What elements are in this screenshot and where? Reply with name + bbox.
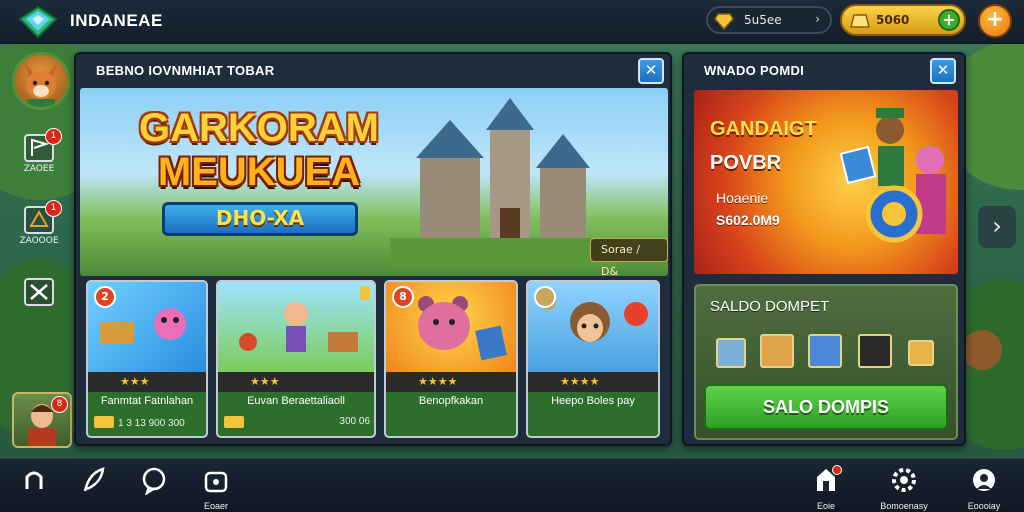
player-avatar[interactable] xyxy=(12,52,70,110)
promo-line-4: S602.0M9 xyxy=(716,212,780,228)
nav-chat[interactable] xyxy=(124,465,184,501)
nav-feather[interactable] xyxy=(64,465,124,501)
gems-counter[interactable]: 5u5ee › xyxy=(706,6,832,34)
card-title: Fanmtat Fatnlahan xyxy=(100,395,194,407)
event-banner[interactable]: GARKORAM MEUKUEA DHO-XA Sorae / D& xyxy=(80,88,668,276)
card-stars: ★★★★ xyxy=(528,372,658,392)
quest-icon: 1 xyxy=(24,200,62,234)
nav-label: Eoie xyxy=(816,501,835,511)
app-logo-icon xyxy=(18,5,58,39)
panel-title: BEBNO IOVNMHIAT TOBAR xyxy=(96,63,275,78)
game-card[interactable]: ★★★ Euvan Beraettaliaoll 300 06 xyxy=(216,280,376,438)
profile-icon xyxy=(973,469,995,491)
app-title: INDANEAE xyxy=(70,11,163,30)
wallet-item-icon[interactable] xyxy=(716,338,746,368)
notification-badge: 1 xyxy=(45,128,62,145)
rail-label: ZAOEE xyxy=(23,164,55,174)
gold-bar-icon xyxy=(850,14,870,28)
chevron-icon: › xyxy=(815,12,820,26)
game-card[interactable]: 2 ★★★ Fanmtat Fatnlahan 1 3 13 900 300 xyxy=(86,280,208,438)
nav-label: Eoooiay xyxy=(967,501,1001,511)
wallet-item-icon[interactable] xyxy=(808,334,842,368)
notification-dot xyxy=(832,465,842,475)
wallet-items xyxy=(716,332,940,372)
promo-banner[interactable]: GANDAIGT POVBR Hoaenie S602.0M9 xyxy=(694,90,958,274)
wallet-item-icon[interactable] xyxy=(908,340,934,366)
game-card[interactable]: 8 ★★★★ Benopfkakan xyxy=(384,280,518,438)
rail-label: ZAOOOE xyxy=(19,236,59,246)
nav-home[interactable] xyxy=(4,465,64,501)
banner-tag[interactable]: Sorae / D& xyxy=(590,238,668,276)
card-subtitle: 300 06 xyxy=(224,416,370,428)
bag-icon xyxy=(204,471,228,493)
nav-bag[interactable]: Eoaer xyxy=(186,465,246,511)
panel-title: WNADO POMDI xyxy=(704,63,805,78)
game-logo-ribbon: DHO-XA xyxy=(162,202,358,236)
card-stars: ★★★★ xyxy=(386,372,516,392)
wallet-box: SALDO DOMPET SALO DOMPIS xyxy=(694,284,958,440)
wallet-item-icon[interactable] xyxy=(760,334,794,368)
card-title: Heepo Boles pay xyxy=(551,395,635,407)
gear-icon xyxy=(892,468,916,492)
card-subtitle: 1 3 13 900 300 xyxy=(94,416,202,429)
feather-icon xyxy=(83,467,105,492)
nav-profile[interactable]: Eoooiay xyxy=(954,465,1014,511)
wallet-panel: WNADO POMDI ✕ GANDAIGT POVBR Hoaenie S60… xyxy=(682,52,966,446)
promo-line-1: GANDAIGT xyxy=(710,118,817,140)
promo-line-3: Hoaenie xyxy=(716,190,769,206)
gem-icon xyxy=(714,13,734,30)
card-badge: 8 xyxy=(392,286,414,308)
battle-icon xyxy=(24,278,54,306)
nav-label: Eoaer xyxy=(203,501,229,511)
nav-settings[interactable]: Bomoenasy xyxy=(874,465,934,511)
game-cards: 2 ★★★ Fanmtat Fatnlahan 1 3 13 900 300 ★… xyxy=(86,280,664,440)
notification-badge: 1 xyxy=(45,200,62,217)
wallet-item-icon[interactable] xyxy=(858,334,892,368)
wallet-title: SALDO DOMPET xyxy=(710,298,830,315)
fox-avatar-icon xyxy=(25,63,57,107)
event-panel: BEBNO IOVNMHIAT TOBAR ✕ GARKORAM MEUKUEA… xyxy=(74,52,672,446)
chat-icon xyxy=(142,467,166,496)
rail-item-3[interactable] xyxy=(14,278,64,306)
bottom-nav: Eoaer Eoie Bomoenasy Eoooiay xyxy=(0,458,1024,512)
next-arrow-icon[interactable]: › xyxy=(978,206,1016,248)
card-stars: ★★★ xyxy=(88,372,206,392)
card-stars: ★★★ xyxy=(218,372,374,392)
add-button[interactable]: + xyxy=(978,4,1012,38)
card-title: Benopfkakan xyxy=(418,395,484,407)
close-button[interactable]: ✕ xyxy=(930,58,956,84)
card-art xyxy=(218,282,374,372)
game-logo: GARKORAM MEUKUEA DHO-XA xyxy=(124,106,394,246)
card-badge xyxy=(534,286,556,308)
card-tag xyxy=(360,286,370,300)
game-logo-line-1: GARKORAM xyxy=(139,106,379,150)
gems-value: 5u5ee xyxy=(744,13,782,27)
rail-item-2[interactable]: 1 ZAOOOE xyxy=(14,200,64,246)
gold-counter[interactable]: 5060 + xyxy=(840,4,966,36)
castle-illustration xyxy=(390,98,620,268)
notification-badge: 8 xyxy=(51,396,68,413)
game-card[interactable]: ★★★★ Heepo Boles pay xyxy=(526,280,660,438)
hero-portrait[interactable]: 8 xyxy=(12,392,72,448)
flag-icon: 1 xyxy=(24,128,62,162)
promo-line-2: POVBR xyxy=(710,152,782,174)
add-gold-button[interactable]: + xyxy=(938,9,960,31)
card-title: Euvan Beraettaliaoll xyxy=(247,395,345,407)
close-button[interactable]: ✕ xyxy=(638,58,664,84)
gold-value: 5060 xyxy=(876,13,910,27)
rail-item-1[interactable]: 1 ZAOEE xyxy=(14,128,64,174)
card-badge: 2 xyxy=(94,286,116,308)
nav-shop[interactable]: Eoie xyxy=(796,465,856,511)
nav-label: Bomoenasy xyxy=(880,501,928,511)
home-icon xyxy=(25,471,43,489)
top-bar: INDANEAE 5u5ee › 5060 + + xyxy=(0,0,1024,44)
wallet-button[interactable]: SALO DOMPIS xyxy=(704,384,948,430)
game-logo-line-2: MEUKUEA xyxy=(157,150,361,194)
